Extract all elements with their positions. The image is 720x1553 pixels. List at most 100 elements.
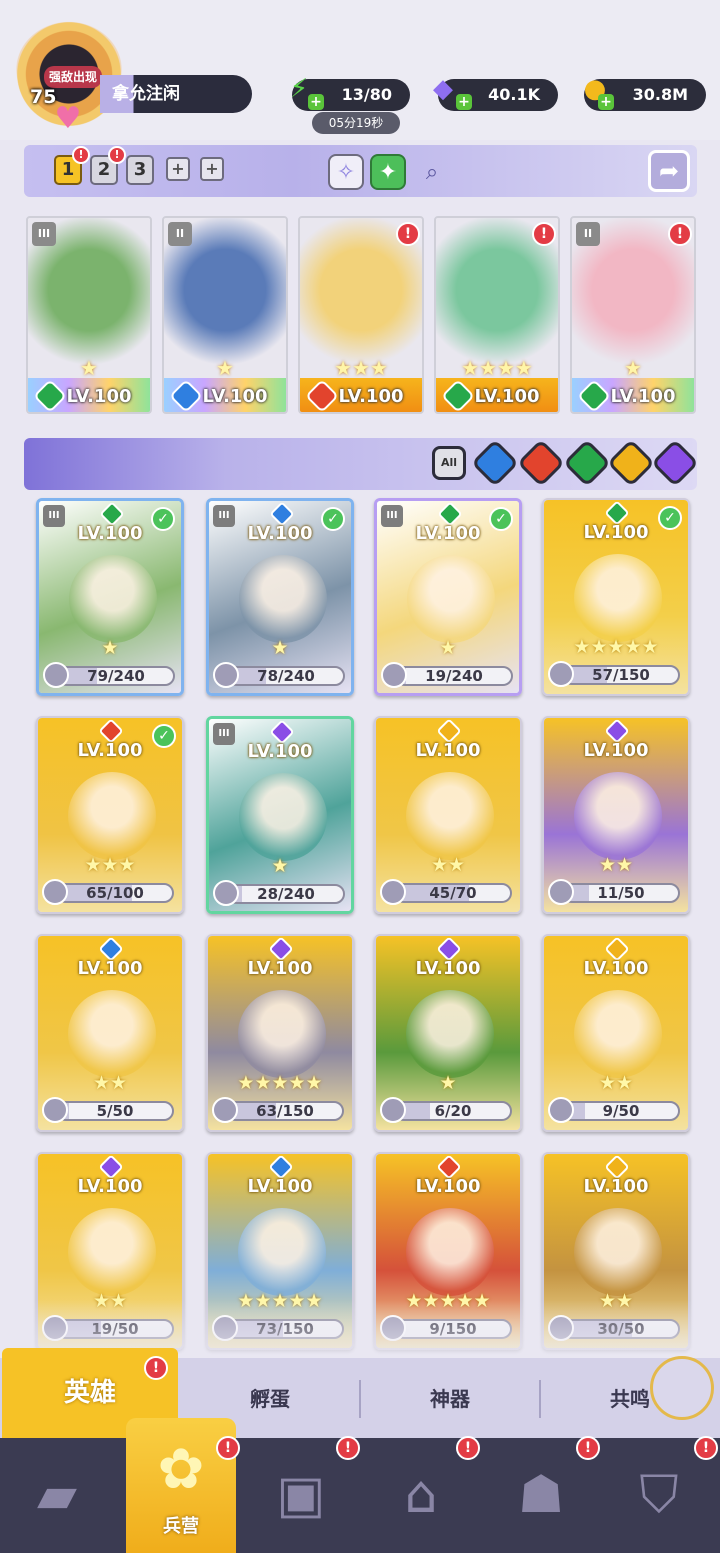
hero-level: LV.100 bbox=[583, 1176, 649, 1197]
tab-heroes-alert: ! bbox=[144, 1356, 168, 1380]
hero-portrait bbox=[68, 1208, 156, 1296]
enemy-alert-label: 强敌出现 bbox=[44, 66, 102, 88]
search-icon[interactable]: ⌕ bbox=[414, 154, 450, 190]
star-rating: ★ bbox=[216, 356, 234, 380]
compass-icon[interactable] bbox=[650, 1356, 714, 1420]
hero-card[interactable]: ✓ LV.100 ★★★★★ 57/150 bbox=[542, 498, 690, 696]
hero-level: LV.100 bbox=[247, 523, 313, 544]
hero-portrait bbox=[68, 990, 156, 1078]
hero-level: LV.100 bbox=[583, 522, 649, 543]
star-rating: ★ bbox=[80, 356, 98, 380]
fragment-progress-bar: 45/70 bbox=[394, 883, 512, 903]
hero-card[interactable]: LV.100 ★★ 11/50 bbox=[542, 716, 690, 914]
fragment-icon bbox=[548, 879, 574, 905]
star-rating: ★★★★ bbox=[461, 356, 533, 380]
fragment-icon bbox=[381, 662, 407, 688]
nav-barracks-label: 兵营 bbox=[163, 1516, 199, 1537]
hero-portrait bbox=[574, 990, 662, 1078]
nature-swap-icon[interactable]: ✦ bbox=[370, 154, 406, 190]
team-card-alert: ! bbox=[668, 222, 692, 246]
fragment-count: 19/240 bbox=[425, 667, 483, 685]
nav-map-alert: ! bbox=[336, 1436, 360, 1460]
hero-level: LV.100 bbox=[77, 958, 143, 979]
tab-hatch[interactable]: 孵蛋 bbox=[180, 1378, 360, 1420]
star-rating: ★★★★★ bbox=[237, 1072, 323, 1094]
hero-level: LV.100 bbox=[415, 958, 481, 979]
fragment-progress-bar: 79/240 bbox=[57, 666, 175, 686]
hero-card[interactable]: LV.100 ★★ 5/50 bbox=[36, 934, 184, 1132]
hero-card[interactable]: LV.100 ★★★★★ 63/150 bbox=[206, 934, 354, 1132]
barracks-icon: ✿ bbox=[157, 1436, 205, 1502]
star-rating: ★ bbox=[101, 637, 119, 659]
fragment-icon bbox=[42, 1097, 68, 1123]
hero-portrait bbox=[407, 555, 495, 643]
share-icon[interactable]: ➦ bbox=[648, 150, 690, 192]
fragment-progress-bar: 65/100 bbox=[56, 883, 174, 903]
swap-icon[interactable]: ✧ bbox=[328, 154, 364, 190]
hero-card[interactable]: LV.100 ★ 6/20 bbox=[374, 934, 522, 1132]
hero-portrait bbox=[239, 555, 327, 643]
team-tab-2-alert: ! bbox=[108, 146, 126, 164]
hero-level: LV.100 bbox=[415, 523, 481, 544]
fragment-progress-bar: 78/240 bbox=[227, 666, 345, 686]
add-team-button-1[interactable]: + bbox=[166, 157, 190, 181]
hero-level: LV.100 bbox=[583, 740, 649, 761]
fragment-icon bbox=[213, 662, 239, 688]
tab-artifacts[interactable]: 神器 bbox=[360, 1378, 540, 1420]
castle-icon[interactable]: ⌂ bbox=[376, 1450, 466, 1540]
hero-card[interactable]: LV.100 ★★ 45/70 bbox=[374, 716, 522, 914]
hero-card[interactable]: III ✓ LV.100 ★ 19/240 bbox=[374, 498, 522, 696]
player-name: 拿允注闲 bbox=[112, 84, 180, 104]
hero-portrait bbox=[68, 772, 156, 860]
fragment-icon bbox=[43, 662, 69, 688]
hero-level: LV.100 bbox=[583, 958, 649, 979]
hero-level: LV.100 bbox=[474, 386, 540, 407]
team-tab-3[interactable]: 3 bbox=[126, 155, 154, 185]
energy-timer: 05分19秒 bbox=[312, 112, 400, 134]
gems-value: 40.1K bbox=[488, 85, 540, 104]
hero-card[interactable]: LV.100 ★★ 9/50 bbox=[542, 934, 690, 1132]
add-coins-button[interactable]: + bbox=[598, 94, 614, 110]
hero-portrait bbox=[69, 555, 157, 643]
hero-card[interactable]: III ✓ LV.100 ★ 79/240 bbox=[36, 498, 184, 696]
star-rating: ★★★ bbox=[84, 854, 136, 876]
coins-value: 30.8M bbox=[632, 85, 688, 104]
hero-portrait bbox=[239, 773, 327, 861]
hero-portrait bbox=[406, 772, 494, 860]
hero-level: LV.100 bbox=[202, 386, 268, 407]
team-tab-label: 2 bbox=[97, 159, 111, 180]
hero-portrait bbox=[574, 772, 662, 860]
map-icon[interactable]: ▣ bbox=[256, 1450, 346, 1540]
fragment-icon bbox=[42, 879, 68, 905]
add-team-button-2[interactable]: + bbox=[200, 157, 224, 181]
hero-level: LV.100 bbox=[77, 740, 143, 761]
star-rating: ★★ bbox=[92, 1072, 128, 1094]
hero-level: LV.100 bbox=[247, 958, 313, 979]
player-name-plate[interactable]: 拿允注闲 bbox=[100, 75, 252, 113]
fragment-count: 65/100 bbox=[86, 884, 144, 902]
add-gems-button[interactable]: + bbox=[456, 94, 472, 110]
hero-card[interactable]: III LV.100 ★ 28/240 bbox=[206, 716, 354, 914]
cards-icon[interactable]: ▰ bbox=[12, 1450, 102, 1540]
star-rating: ★★★ bbox=[334, 356, 388, 380]
fragment-count: 11/50 bbox=[597, 884, 645, 902]
hero-card[interactable]: ✓ LV.100 ★★★ 65/100 bbox=[36, 716, 184, 914]
hero-portrait bbox=[574, 554, 662, 642]
bottom-nav bbox=[0, 1438, 720, 1553]
fragment-count: 45/70 bbox=[429, 884, 477, 902]
add-energy-button[interactable]: + bbox=[308, 94, 324, 110]
filter-all-button[interactable]: All bbox=[432, 446, 466, 480]
team-tab-label: 1 bbox=[61, 159, 75, 180]
fragment-progress-bar: 9/50 bbox=[562, 1101, 680, 1121]
team-hero-card[interactable]: III ★ LV.100 bbox=[26, 216, 152, 414]
team-hero-card[interactable]: II ★ LV.100 bbox=[162, 216, 288, 414]
rank-badge: III bbox=[32, 222, 56, 246]
banner-icon[interactable]: ⛉ bbox=[614, 1450, 704, 1540]
fragment-progress-bar: 28/240 bbox=[227, 884, 345, 904]
guild-icon[interactable]: ☗ bbox=[496, 1450, 586, 1540]
hero-portrait bbox=[238, 990, 326, 1078]
hero-level: LV.100 bbox=[77, 1176, 143, 1197]
fragment-icon bbox=[380, 1097, 406, 1123]
hero-card[interactable]: III ✓ LV.100 ★ 78/240 bbox=[206, 498, 354, 696]
nav-castle-alert: ! bbox=[456, 1436, 480, 1460]
